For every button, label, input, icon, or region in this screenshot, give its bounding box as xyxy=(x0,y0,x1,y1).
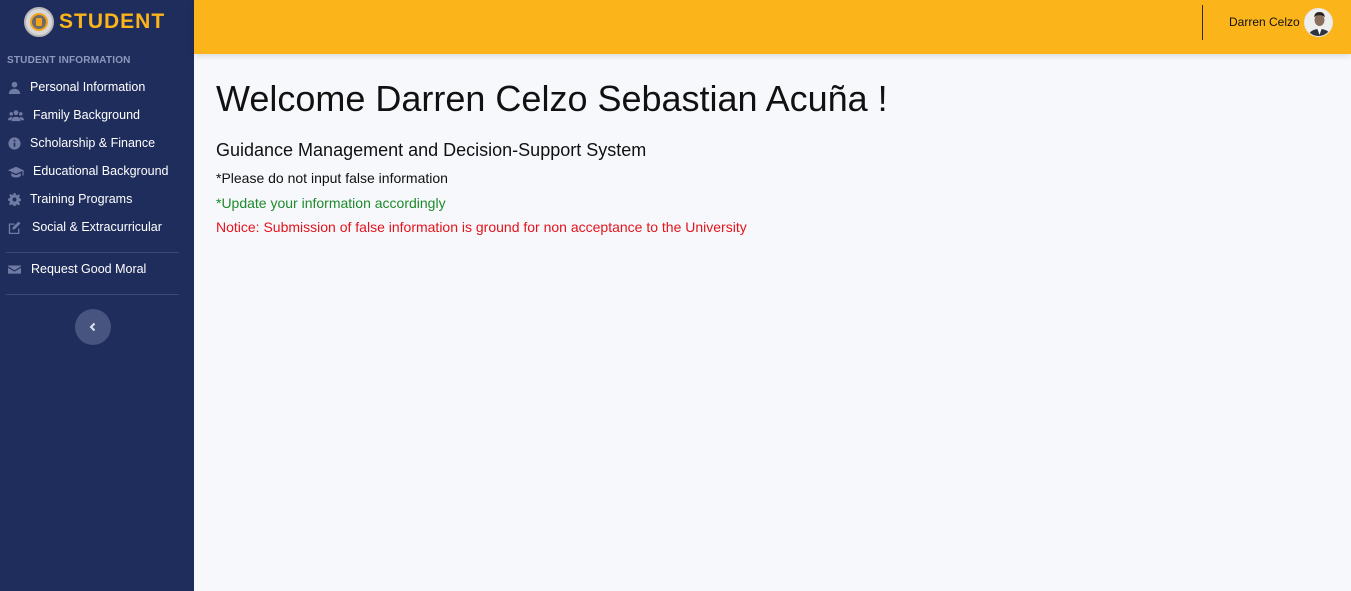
user-icon xyxy=(7,80,21,94)
user-name[interactable]: Darren Celzo xyxy=(1229,15,1300,29)
brand-name: STUDENT xyxy=(59,10,166,33)
sidebar-item-label: Social & Extracurricular xyxy=(32,220,162,234)
system-name: Guidance Management and Decision-Support… xyxy=(216,140,647,160)
sidebar-item-family-background[interactable]: Family Background xyxy=(7,105,140,125)
university-seal-logo xyxy=(24,7,54,37)
topbar: Darren Celzo xyxy=(194,0,1351,54)
sidebar-item-request-good-moral[interactable]: Request Good Moral xyxy=(7,259,146,279)
edit-icon xyxy=(7,220,21,234)
sidebar-item-scholarship-finance[interactable]: Scholarship & Finance xyxy=(7,133,155,153)
sidebar-item-personal-information[interactable]: Personal Information xyxy=(7,77,145,97)
welcome-heading: Welcome Darren Celzo Sebastian Acuña ! xyxy=(216,78,888,119)
sidebar-divider xyxy=(6,252,179,253)
sidebar-item-label: Scholarship & Finance xyxy=(30,136,156,150)
notice-false-info: *Please do not input false information xyxy=(216,170,448,186)
sidebar-divider xyxy=(6,294,179,295)
notice-update-info: *Update your information accordingly xyxy=(216,195,446,211)
sidebar-item-training-programs[interactable]: Training Programs xyxy=(7,189,132,209)
sidebar-item-label: Personal Information xyxy=(30,80,146,94)
sidebar: STUDENT STUDENT INFORMATION Personal Inf… xyxy=(0,0,194,591)
gear-icon xyxy=(7,192,21,206)
sidebar-toggle-button[interactable] xyxy=(75,309,111,345)
sidebar-item-label: Family Background xyxy=(33,108,140,122)
sidebar-item-label: Educational Background xyxy=(33,164,169,178)
notice-submission-warning: Notice: Submission of false information … xyxy=(216,219,747,235)
sidebar-item-label: Training Programs xyxy=(30,192,133,206)
sidebar-section-title: STUDENT INFORMATION xyxy=(7,55,131,66)
users-icon xyxy=(7,108,24,122)
sidebar-item-social-extracurricular[interactable]: Social & Extracurricular xyxy=(7,217,162,237)
envelope-icon xyxy=(7,262,21,276)
chevron-left-icon xyxy=(89,322,96,332)
sidebar-item-label: Request Good Moral xyxy=(31,262,147,276)
brand[interactable]: STUDENT xyxy=(24,7,165,37)
info-circle-icon xyxy=(7,136,21,150)
graduation-cap-icon xyxy=(7,164,24,178)
topbar-divider xyxy=(1202,5,1203,40)
sidebar-item-educational-background[interactable]: Educational Background xyxy=(7,161,169,181)
user-avatar[interactable] xyxy=(1304,8,1333,37)
